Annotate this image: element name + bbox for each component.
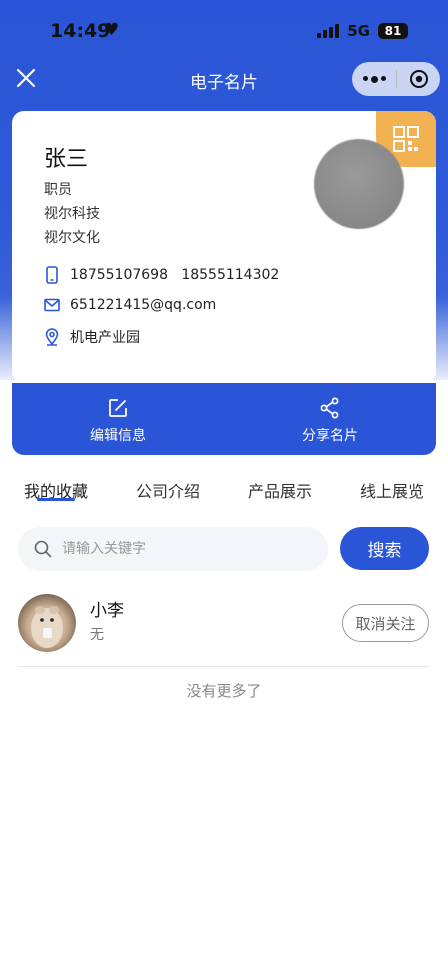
status-time: 14:49	[50, 20, 111, 42]
card-action-bar: 编辑信息 分享名片	[12, 383, 436, 455]
tab-bar: 我的收藏 公司介绍 产品展示 线上展览	[0, 474, 448, 508]
phone-numbers: 18755107698 18555114302	[70, 267, 280, 283]
battery-icon: 81	[378, 23, 408, 39]
search-button[interactable]: 搜索	[340, 527, 429, 570]
edit-info-button[interactable]: 编辑信息	[12, 383, 224, 455]
mini-program-capsule	[352, 62, 440, 96]
phone-row: 18755107698 18555114302	[44, 266, 279, 284]
email-text: 651221415@qq.com	[70, 297, 217, 313]
share-icon	[320, 397, 339, 419]
phone-icon	[46, 266, 58, 284]
list-item[interactable]: 小李 无 取消关注	[18, 594, 429, 652]
business-card: 张三 职员 视尔科技 视尔文化 18755107698 18555114302 …	[12, 111, 436, 383]
signal-icon	[317, 24, 340, 38]
active-tab-indicator	[37, 498, 75, 501]
search-icon	[34, 540, 52, 558]
address-row: 机电产业园	[44, 327, 140, 347]
item-subtitle: 无	[90, 627, 104, 643]
nav-bar: 电子名片	[0, 60, 448, 100]
address-text: 机电产业园	[70, 330, 140, 346]
card-position: 职员	[44, 182, 72, 198]
edit-icon	[109, 399, 127, 417]
tab-company-intro[interactable]: 公司介绍	[136, 478, 200, 502]
avatar	[314, 139, 404, 229]
search-input[interactable]	[62, 541, 302, 557]
exit-target-icon[interactable]	[397, 69, 440, 89]
share-card-button[interactable]: 分享名片	[224, 383, 436, 455]
more-icon[interactable]	[352, 75, 396, 83]
unfollow-button[interactable]: 取消关注	[342, 604, 429, 642]
avatar	[18, 594, 76, 652]
card-company-1: 视尔科技	[44, 206, 100, 222]
divider	[18, 666, 429, 667]
share-card-label: 分享名片	[302, 428, 358, 444]
search-bar	[18, 527, 328, 571]
item-name: 小李	[90, 601, 124, 621]
location-icon	[45, 328, 59, 346]
mail-icon	[44, 298, 60, 312]
card-company-2: 视尔文化	[44, 230, 100, 246]
status-bar: 14:49 ♥ 5G 81	[0, 0, 448, 60]
email-row: 651221415@qq.com	[44, 297, 216, 313]
tab-products[interactable]: 产品展示	[248, 478, 312, 502]
network-label: 5G	[347, 22, 370, 40]
tab-online-exhibition[interactable]: 线上展览	[360, 478, 424, 502]
heart-icon: ♥	[104, 20, 120, 40]
edit-info-label: 编辑信息	[90, 428, 146, 444]
battery-level: 81	[384, 24, 402, 38]
card-name: 张三	[44, 147, 89, 172]
list-end-text: 没有更多了	[186, 682, 262, 700]
status-indicators: 5G 81	[317, 22, 408, 40]
